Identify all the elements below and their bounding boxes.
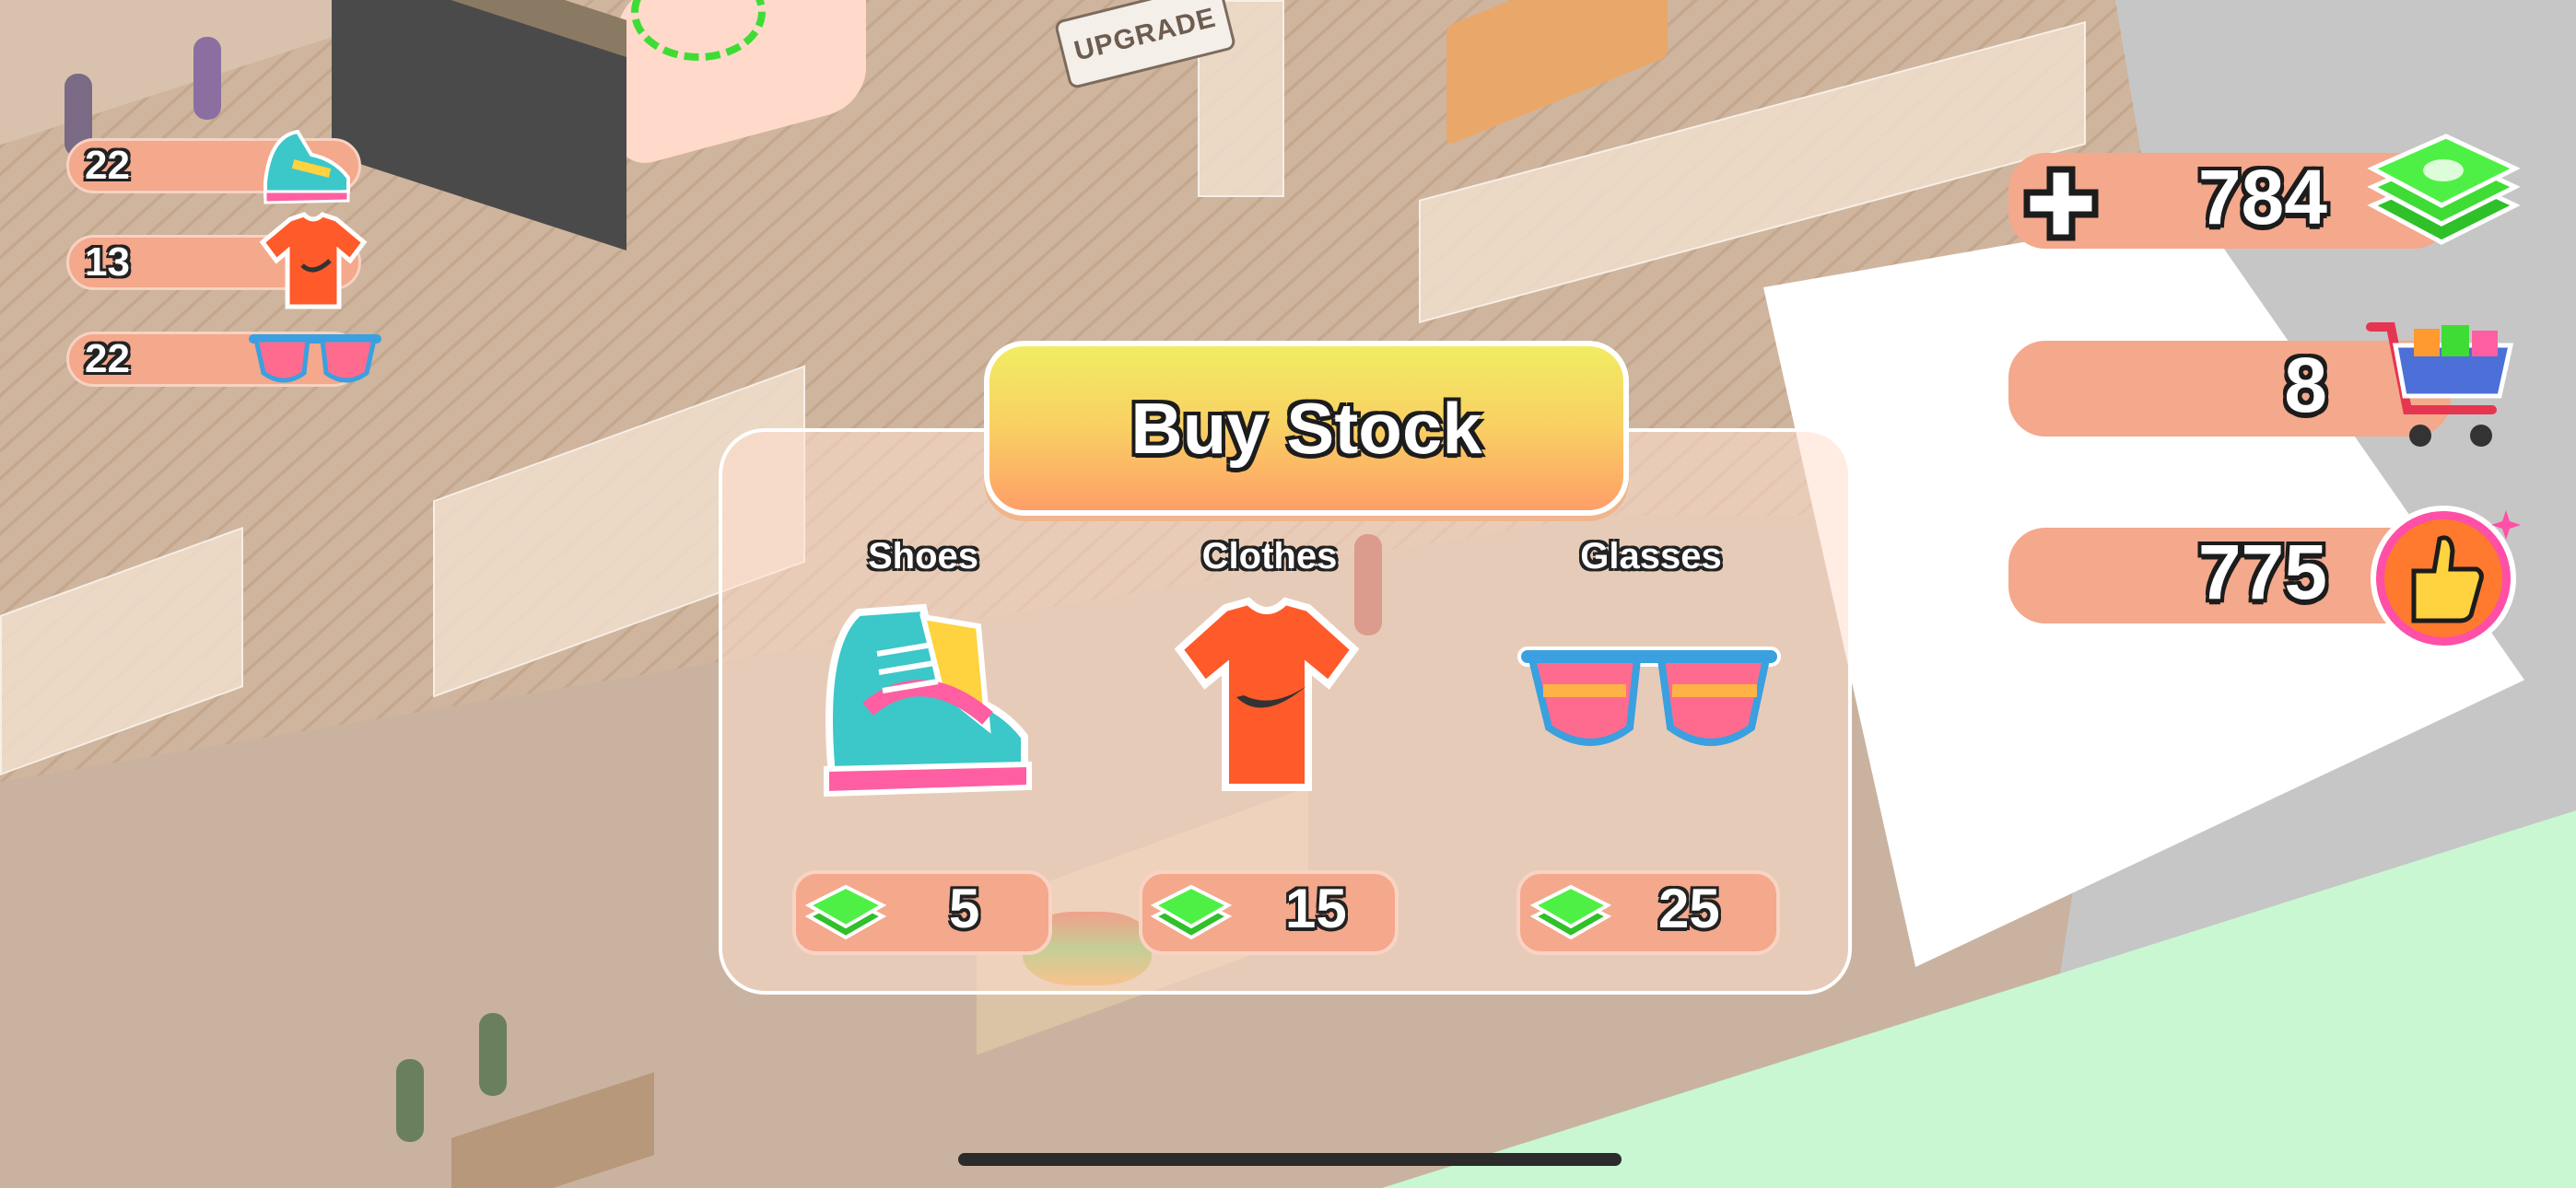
home-indicator[interactable] [958,1153,1622,1166]
plus-icon[interactable] [2020,162,2102,245]
tshirt-icon [259,212,368,309]
sneaker-icon [263,129,350,204]
worker-figure [396,1059,424,1142]
money-count: 784 [2197,154,2327,240]
worker-figure [479,1013,507,1096]
cash-stack-icon [804,884,887,940]
likes-count: 775 [2197,529,2327,615]
glasses-label: Glasses [1580,536,1722,577]
customer-figure [193,37,221,120]
thumbs-up-icon [2371,506,2521,651]
sunglasses-icon [249,334,381,383]
customers-count: 8 [2284,342,2327,428]
sneaker-icon[interactable] [803,589,1043,801]
inventory-glasses-count: 22 [85,336,130,381]
shoes-price: 5 [949,878,980,939]
cash-stack-icon [1150,884,1233,940]
buy-stock-title: Buy Stock [984,341,1629,516]
inventory-shoes-count: 22 [85,143,130,188]
clothes-price: 15 [1285,878,1347,939]
glasses-price: 25 [1658,878,1720,939]
inventory-clothes-count: 13 [85,239,130,285]
shopping-cart-icon [2366,322,2514,447]
sunglasses-icon[interactable] [1516,635,1783,764]
cash-stack-icon [1529,884,1612,940]
clothes-label: Clothes [1201,536,1338,577]
cash-stack-icon [2367,134,2521,245]
shoes-label: Shoes [867,536,979,577]
tshirt-icon[interactable] [1170,594,1364,801]
